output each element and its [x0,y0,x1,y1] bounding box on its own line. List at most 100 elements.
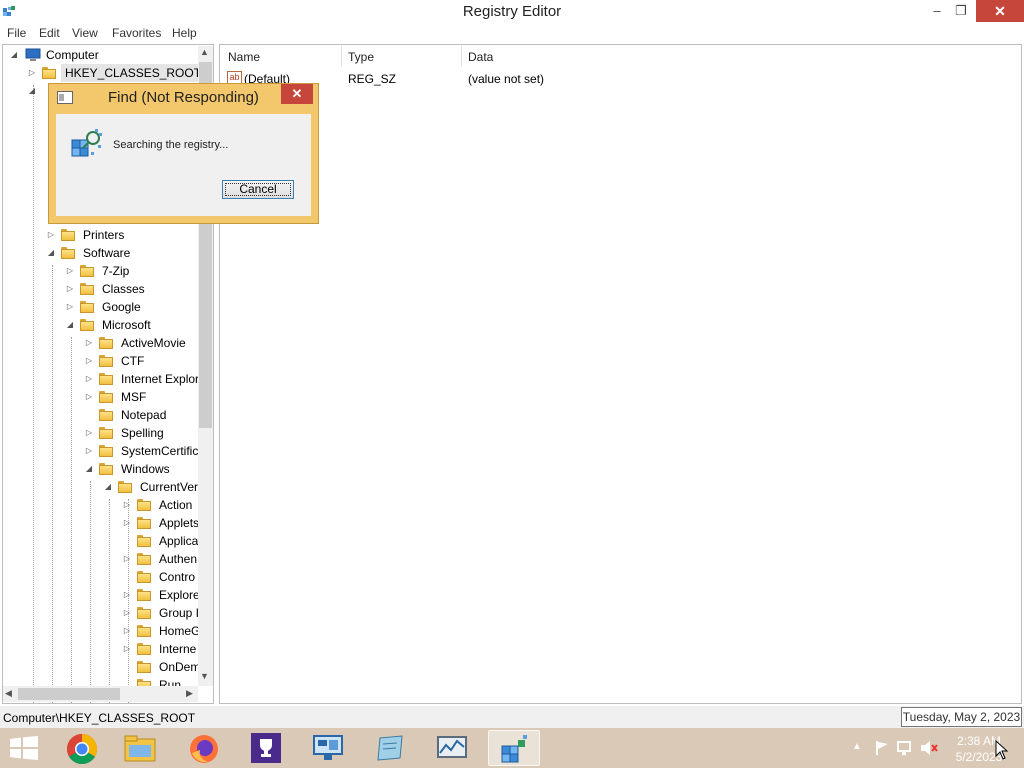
scroll-up-arrow-icon[interactable]: ▲ [200,47,209,57]
expand-arrow-icon[interactable]: ▷ [122,514,132,532]
collapse-arrow-icon[interactable]: ◢ [46,244,56,262]
tree-label: 7-Zip [102,264,130,278]
expand-arrow-icon[interactable]: ▷ [46,226,56,244]
computer-icon [25,48,41,61]
tree-guide-line [90,481,91,703]
scroll-right-arrow-icon[interactable]: ▶ [186,688,193,699]
taskbar-performance-monitor[interactable] [426,730,478,766]
menu-bar: File Edit View Favorites Help [0,24,1024,42]
taskbar-firefox[interactable] [178,730,230,766]
expand-arrow-icon[interactable]: ▷ [122,550,132,568]
tree-label: Explore [159,588,200,602]
tree-label: Applets [159,516,200,530]
expand-arrow-icon[interactable]: ▷ [84,424,94,442]
menu-edit[interactable]: Edit [39,26,60,40]
folder-icon [137,571,151,583]
tree-label: Contro [159,570,196,584]
close-button[interactable]: ✕ [976,0,1024,22]
volume-muted-icon[interactable] [920,740,938,756]
column-header-name[interactable]: Name [228,50,260,64]
tree-label: Group I [159,606,200,620]
folder-icon [137,589,151,601]
expand-arrow-icon[interactable]: ▷ [27,64,37,82]
menu-view[interactable]: View [72,26,98,40]
tree-label: Computer [46,48,99,62]
network-icon[interactable] [897,740,915,756]
tree-hscroll-thumb[interactable] [18,688,120,700]
tray-chevron-icon[interactable]: ▲ [852,741,862,752]
expand-arrow-icon[interactable]: ▷ [84,370,94,388]
tree-label: Applica [159,534,199,548]
collapse-arrow-icon[interactable]: ◢ [84,460,94,478]
values-list[interactable] [219,44,1022,704]
taskbar-chrome[interactable] [56,730,108,766]
tree-label: Interne [159,642,197,656]
collapse-arrow-icon[interactable]: ◢ [65,316,75,334]
expand-arrow-icon[interactable]: ▷ [84,334,94,352]
expand-arrow-icon[interactable]: ▷ [84,352,94,370]
scroll-left-arrow-icon[interactable]: ◀ [5,688,12,699]
chrome-icon [66,734,98,765]
folder-icon [99,409,113,421]
start-icon[interactable] [10,736,38,760]
column-header-type[interactable]: Type [348,50,374,64]
tree-label: SystemCertific [121,444,199,458]
list-row-default[interactable]: ab (Default) REG_SZ (value not set) [224,70,1004,88]
remote-desktop-icon [313,735,343,760]
expand-arrow-icon[interactable]: ▷ [84,388,94,406]
column-divider[interactable] [341,46,342,66]
dialog-close-button[interactable]: ✕ [281,84,313,104]
status-path: Computer\HKEY_CLASSES_ROOT [3,711,196,725]
tree-guide-line [52,265,53,703]
expand-arrow-icon[interactable]: ▷ [84,442,94,460]
expand-arrow-icon[interactable]: ▷ [122,496,132,514]
regedit-icon [501,735,527,763]
menu-help[interactable]: Help [172,26,197,40]
date-tooltip: Tuesday, May 2, 2023 [901,707,1022,727]
expand-arrow-icon[interactable]: ▷ [122,586,132,604]
registry-search-icon [71,129,102,157]
expand-arrow-icon[interactable]: ▷ [65,280,75,298]
restore-button[interactable]: ❐ [944,0,978,22]
collapse-arrow-icon[interactable]: ◢ [27,82,37,100]
menu-favorites[interactable]: Favorites [112,26,161,40]
taskbar-file-explorer[interactable] [114,730,166,766]
column-header-data[interactable]: Data [468,50,493,64]
collapse-arrow-icon[interactable]: ◢ [103,478,113,496]
column-divider[interactable] [461,46,462,66]
tree-guide-line [33,85,34,703]
dialog-message: Searching the registry... [113,139,229,151]
folder-icon [137,499,151,511]
folder-icon [80,301,94,313]
tree-label: CurrentVer [140,480,199,494]
dialog-title: Find (Not Responding) [108,89,259,106]
tree-label: Spelling [121,426,164,440]
folder-icon [137,553,151,565]
tree-label: MSF [121,390,147,404]
performance-monitor-icon [437,736,467,758]
cancel-button[interactable]: Cancel [222,180,294,199]
expand-arrow-icon[interactable]: ▷ [65,262,75,280]
folder-icon [137,517,151,529]
tree-label: Google [102,300,141,314]
folder-icon [137,625,151,637]
action-center-flag-icon[interactable] [874,740,890,756]
tree-label: HKEY_CLASSES_ROOT [61,64,206,82]
value-type: REG_SZ [348,72,397,86]
folder-icon [42,67,56,79]
collapse-arrow-icon[interactable]: ◢ [9,46,19,64]
expand-arrow-icon[interactable]: ▷ [122,640,132,658]
tree-label: Printers [83,228,125,242]
expand-arrow-icon[interactable]: ▷ [65,298,75,316]
tree-guide-line [109,499,110,703]
folder-icon [99,373,113,385]
folder-icon [80,283,94,295]
menu-file[interactable]: File [7,26,26,40]
taskbar-remote-desktop[interactable] [302,730,354,766]
expand-arrow-icon[interactable]: ▷ [122,622,132,640]
scroll-down-arrow-icon[interactable]: ▼ [200,671,209,681]
expand-arrow-icon[interactable]: ▷ [122,604,132,622]
taskbar-notepad[interactable] [364,730,416,766]
taskbar-regedit[interactable] [488,730,540,766]
taskbar-trophy-app[interactable] [240,730,292,766]
